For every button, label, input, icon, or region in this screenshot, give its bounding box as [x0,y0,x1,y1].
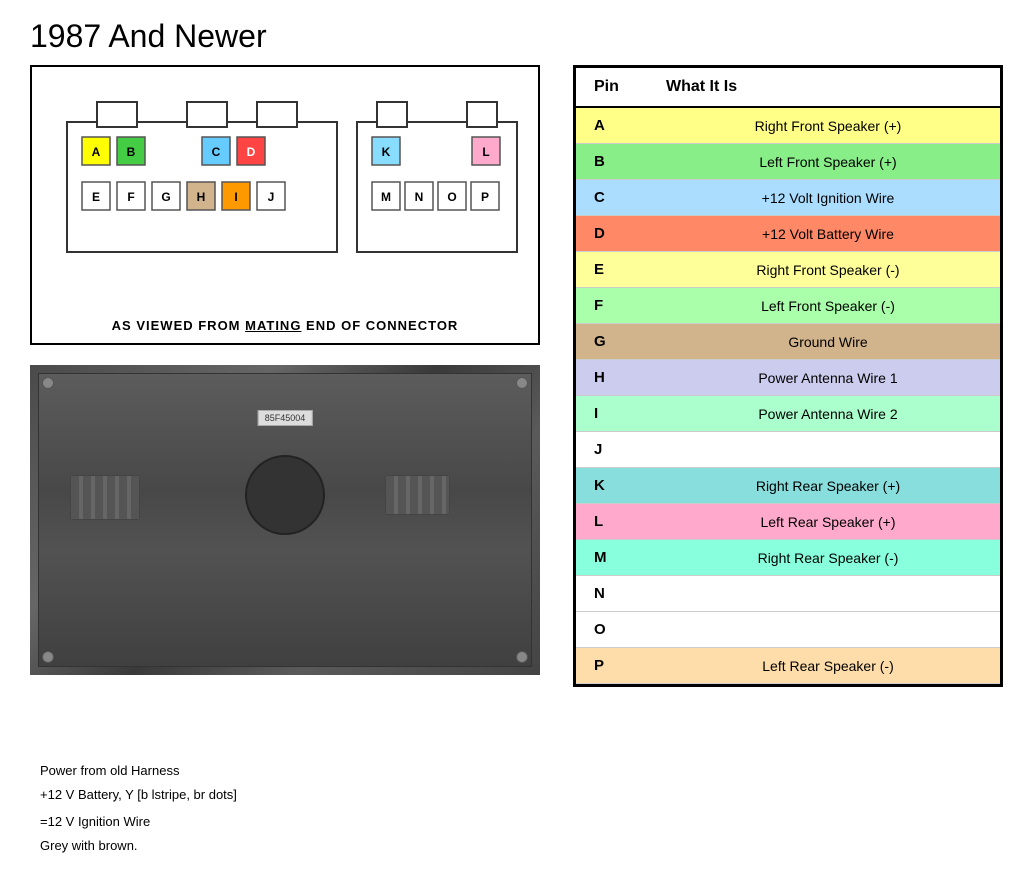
pin-description: Left Front Speaker (+) [646,148,1000,176]
table-row: ERight Front Speaker (-) [576,252,1000,288]
label-sticker: 85F45004 [258,410,313,426]
pin-letter: D [576,225,646,242]
pin-description: Left Rear Speaker (-) [646,652,1000,680]
svg-text:F: F [127,190,134,204]
pin-letter: A [576,117,646,134]
table-row: PLeft Rear Speaker (-) [576,648,1000,684]
table-row: D+12 Volt Battery Wire [576,216,1000,252]
table-row: KRight Rear Speaker (+) [576,468,1000,504]
what-col-header: What It Is [646,78,1000,96]
pin-letter: N [576,585,646,602]
pin-description [646,444,1000,456]
svg-text:J: J [268,190,275,204]
pin-letter: G [576,333,646,350]
table-row: J [576,432,1000,468]
connector-left [70,475,140,520]
pin-letter: O [576,621,646,638]
pin-letter: I [576,405,646,422]
pin-description: Power Antenna Wire 2 [646,400,1000,428]
pin-description: +12 Volt Ignition Wire [646,184,1000,212]
screw-tr [516,377,528,389]
svg-text:D: D [247,145,256,159]
pin-description: Ground Wire [646,328,1000,356]
pin-description: Left Rear Speaker (+) [646,508,1000,536]
center-element [245,455,325,535]
svg-text:E: E [92,190,100,204]
pin-description: Left Front Speaker (-) [646,292,1000,320]
table-row: FLeft Front Speaker (-) [576,288,1000,324]
svg-text:A: A [92,145,101,159]
table-row: ARight Front Speaker (+) [576,108,1000,144]
table-row: GGround Wire [576,324,1000,360]
svg-text:I: I [234,190,237,204]
connector-label: AS VIEWED FROM MATING END OF CONNECTOR [32,318,538,333]
page-title: 1987 And Newer [30,18,267,55]
table-row: O [576,612,1000,648]
table-row: LLeft Rear Speaker (+) [576,504,1000,540]
pin-description: Right Rear Speaker (-) [646,544,1000,572]
svg-text:L: L [482,145,489,159]
pin-letter: K [576,477,646,494]
pin-description: +12 Volt Battery Wire [646,220,1000,248]
photo-inner: 85F45004 [30,365,540,675]
table-row: MRight Rear Speaker (-) [576,540,1000,576]
screw-bl [42,651,54,663]
notes-area: Power from old Harness +12 V Battery, Y … [40,759,237,857]
pin-description: Right Front Speaker (+) [646,112,1000,140]
screw-br [516,651,528,663]
svg-text:O: O [447,190,456,204]
pin-letter: L [576,513,646,530]
table-row: N [576,576,1000,612]
svg-text:B: B [127,145,136,159]
pin-letter: M [576,549,646,566]
table-row: C+12 Volt Ignition Wire [576,180,1000,216]
pin-letter: H [576,369,646,386]
note-line1: Power from old Harness [40,759,237,782]
pin-description: Right Front Speaker (-) [646,256,1000,284]
pin-description: Right Rear Speaker (+) [646,472,1000,500]
pin-letter: E [576,261,646,278]
pin-letter: C [576,189,646,206]
pin-description [646,588,1000,600]
table-row: IPower Antenna Wire 2 [576,396,1000,432]
pin-description [646,624,1000,636]
screw-tl [42,377,54,389]
connector-svg: A B C D E F G H I J [47,82,523,277]
svg-text:G: G [161,190,170,204]
pin-col-header: Pin [576,78,646,96]
photo-area: 85F45004 [30,365,540,675]
pin-description: Power Antenna Wire 1 [646,364,1000,392]
note-line3: =12 V Ignition Wire [40,810,237,833]
connector-right [385,475,450,515]
pin-table: Pin What It Is ARight Front Speaker (+)B… [573,65,1003,687]
note-line2: +12 V Battery, Y [b lstripe, br dots] [40,783,237,806]
pin-rows: ARight Front Speaker (+)BLeft Front Spea… [576,108,1000,684]
note-line4: Grey with brown. [40,834,237,857]
pin-table-header: Pin What It Is [576,68,1000,108]
svg-text:N: N [415,190,424,204]
svg-text:H: H [197,190,206,204]
pin-letter: B [576,153,646,170]
svg-text:C: C [212,145,221,159]
table-row: HPower Antenna Wire 1 [576,360,1000,396]
pin-letter: J [576,441,646,458]
pin-letter: F [576,297,646,314]
svg-text:P: P [481,190,489,204]
pin-letter: P [576,657,646,674]
svg-text:M: M [381,190,391,204]
svg-text:K: K [382,145,391,159]
table-row: BLeft Front Speaker (+) [576,144,1000,180]
connector-diagram-box: A B C D E F G H I J [30,65,540,345]
connector-label-underline: MATING [245,318,301,333]
